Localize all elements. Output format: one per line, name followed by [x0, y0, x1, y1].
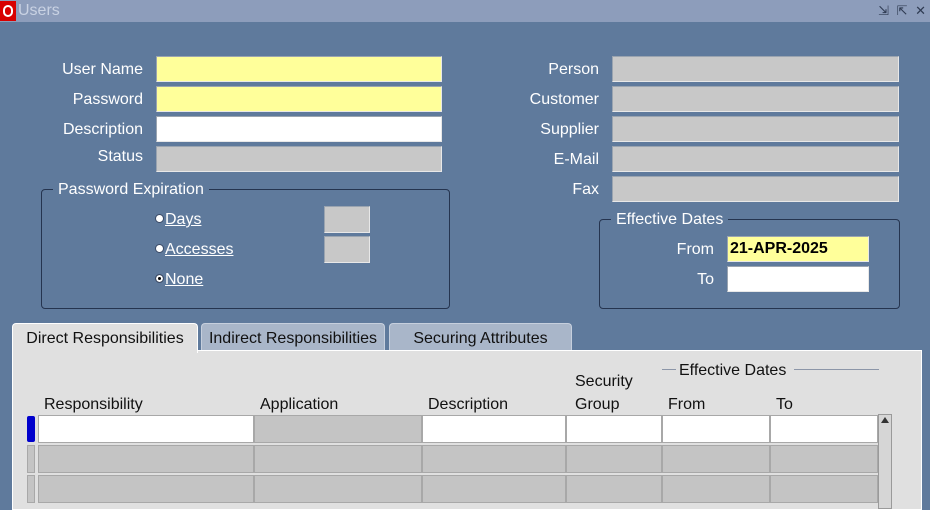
- effective-dates-divider-right: [794, 369, 879, 370]
- status-field: [156, 146, 442, 172]
- cell-from-row2[interactable]: [662, 445, 770, 473]
- radio-selected-icon: [155, 274, 164, 283]
- password-expiration-title: Password Expiration: [53, 181, 209, 199]
- person-label: Person: [548, 61, 599, 78]
- cell-to-row1[interactable]: [770, 415, 878, 443]
- fax-field[interactable]: [612, 176, 899, 202]
- column-header-description: Description: [428, 396, 509, 413]
- column-header-security-line1: Security: [575, 373, 633, 390]
- to-date-field[interactable]: [727, 266, 869, 292]
- from-date-field[interactable]: 21-APR-2025: [727, 236, 869, 262]
- cell-responsibility-row1[interactable]: [38, 415, 254, 443]
- email-field[interactable]: [612, 146, 899, 172]
- cell-description-row3[interactable]: [422, 475, 566, 503]
- cell-description-row1[interactable]: [422, 415, 566, 443]
- customer-field[interactable]: [612, 86, 899, 112]
- current-record-indicator: [27, 416, 35, 442]
- cell-security-group-row2[interactable]: [566, 445, 662, 473]
- column-header-to: To: [776, 396, 793, 413]
- radio-unselected-icon: [155, 244, 164, 253]
- effective-dates-divider-left: [662, 369, 676, 370]
- cell-security-group-row3[interactable]: [566, 475, 662, 503]
- customer-label: Customer: [529, 91, 599, 108]
- supplier-label: Supplier: [540, 121, 599, 138]
- cell-responsibility-row3[interactable]: [38, 475, 254, 503]
- column-header-security-line2: Group: [575, 396, 620, 413]
- days-radio-label: Days: [165, 211, 202, 228]
- to-label: To: [697, 271, 714, 288]
- oracle-logo-icon: [0, 1, 16, 21]
- cell-description-row2[interactable]: [422, 445, 566, 473]
- days-radio[interactable]: Days: [155, 211, 201, 229]
- status-label: Status: [97, 148, 143, 165]
- accesses-field[interactable]: [324, 236, 370, 263]
- effective-dates-group: [599, 219, 900, 309]
- cell-from-row3[interactable]: [662, 475, 770, 503]
- fax-label: Fax: [572, 181, 599, 198]
- grid-scrollbar[interactable]: [878, 414, 892, 509]
- password-expiration-group: [41, 189, 450, 309]
- effective-dates-title: Effective Dates: [611, 211, 729, 229]
- grid-effective-dates-header: Effective Dates: [679, 362, 787, 379]
- column-header-responsibility: Responsibility: [44, 396, 143, 413]
- password-field[interactable]: [156, 86, 442, 112]
- cell-from-row1[interactable]: [662, 415, 770, 443]
- supplier-field[interactable]: [612, 116, 899, 142]
- days-field[interactable]: [324, 206, 370, 233]
- row-selector-row3[interactable]: [27, 475, 35, 503]
- tab-direct-responsibilities[interactable]: Direct Responsibilities: [12, 323, 198, 353]
- cell-security-group-row1[interactable]: [566, 415, 662, 443]
- row-selector-row2[interactable]: [27, 445, 35, 473]
- password-label: Password: [72, 91, 143, 108]
- description-field[interactable]: [156, 116, 442, 142]
- cell-application-row1[interactable]: [254, 415, 422, 443]
- cell-application-row3[interactable]: [254, 475, 422, 503]
- accesses-radio[interactable]: Accesses: [155, 241, 233, 259]
- user-name-label: User Name: [62, 61, 143, 78]
- window-controls[interactable]: ⇲ ⇱ ✕: [878, 3, 928, 19]
- title-bar: Users ⇲ ⇱ ✕: [0, 0, 930, 22]
- column-header-application: Application: [260, 396, 339, 413]
- column-header-from: From: [668, 396, 706, 413]
- none-radio[interactable]: None: [155, 271, 203, 289]
- window-title: Users: [18, 2, 60, 19]
- person-field[interactable]: [612, 56, 899, 82]
- cell-to-row3[interactable]: [770, 475, 878, 503]
- tab-securing-attributes[interactable]: Securing Attributes: [389, 323, 572, 351]
- cell-responsibility-row2[interactable]: [38, 445, 254, 473]
- accesses-radio-label: Accesses: [165, 241, 234, 258]
- from-label: From: [676, 241, 714, 258]
- email-label: E-Mail: [553, 151, 599, 168]
- cell-to-row2[interactable]: [770, 445, 878, 473]
- scroll-up-arrow-icon[interactable]: [881, 417, 889, 423]
- none-radio-label: None: [165, 271, 204, 288]
- description-label: Description: [62, 121, 143, 138]
- cell-application-row2[interactable]: [254, 445, 422, 473]
- radio-unselected-icon: [155, 214, 164, 223]
- tab-indirect-responsibilities[interactable]: Indirect Responsibilities: [201, 323, 385, 351]
- user-name-field[interactable]: [156, 56, 442, 82]
